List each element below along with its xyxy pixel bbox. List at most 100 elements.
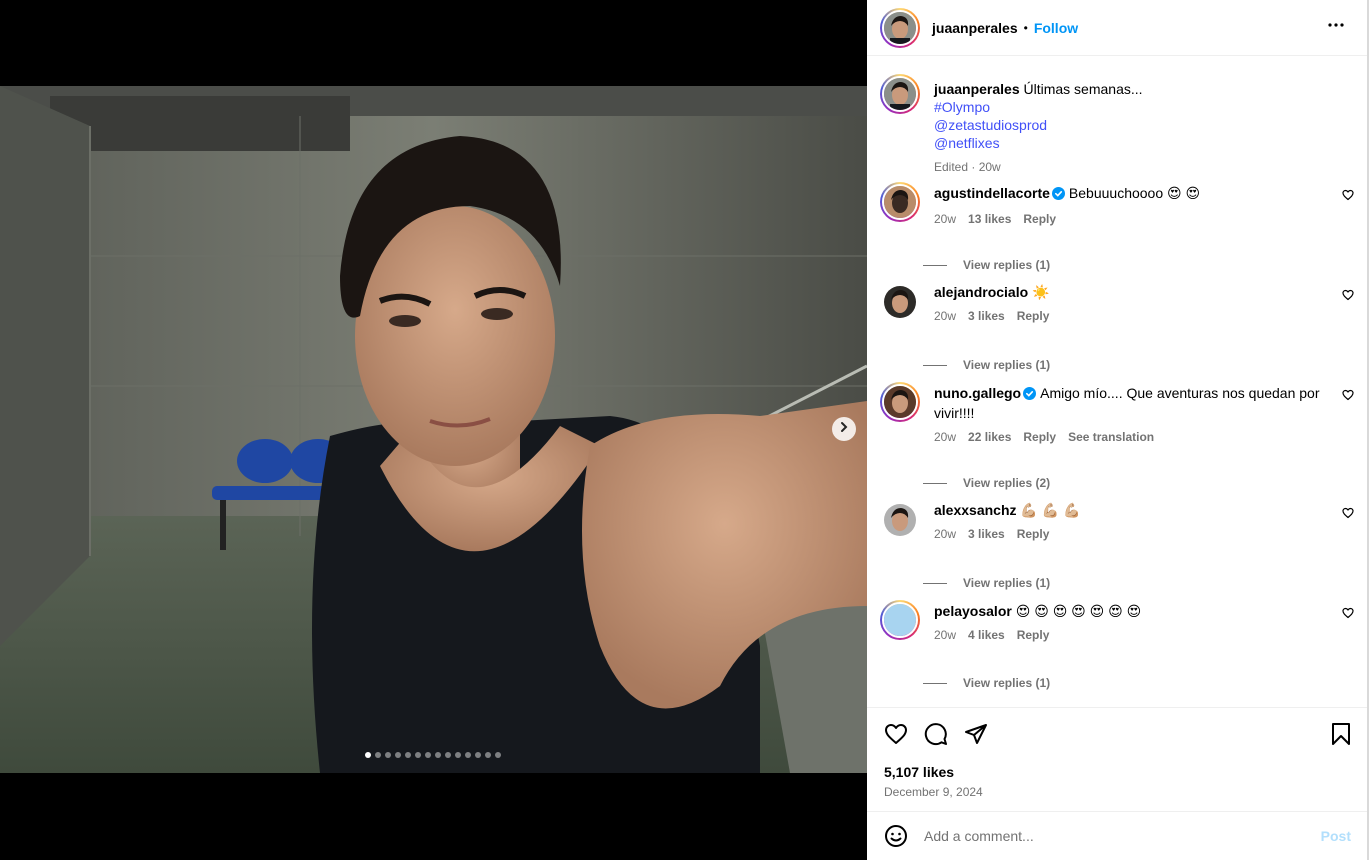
commenter-username[interactable]: nuno.gallego [934, 385, 1021, 401]
comment-item: alexxsanchz 💪🏼 💪🏼 💪🏼 20w 3 likes Reply [880, 500, 1354, 580]
caption-mention[interactable]: @netflixes [934, 134, 1324, 152]
post-actions: 5,107 likes December 9, 2024 [867, 707, 1367, 811]
commenter-avatar[interactable] [880, 600, 920, 640]
post-header: juaanperales • Follow [867, 0, 1367, 56]
view-replies-label[interactable]: View replies (1) [963, 576, 1050, 590]
follow-button[interactable]: Follow [1034, 20, 1078, 36]
comment-item: pelayosalor 😍 😍 😍 😍 😍 😍 😍 20w 4 likes Re… [880, 600, 1354, 680]
commenter-username[interactable]: alejandrocialo [934, 284, 1028, 300]
replies-divider [923, 482, 947, 484]
comment-likes[interactable]: 13 likes [968, 210, 1011, 228]
carousel-dot [485, 752, 491, 758]
commenter-username[interactable]: pelayosalor [934, 603, 1012, 619]
comment-time[interactable]: 20w [934, 307, 956, 325]
caption-hashtag[interactable]: #Olympo [934, 98, 1324, 116]
carousel-dot [375, 752, 381, 758]
carousel-dot [495, 752, 501, 758]
post-date[interactable]: December 9, 2024 [884, 785, 983, 799]
comment-time[interactable]: 20w [934, 525, 956, 543]
emoji-icon[interactable] [884, 824, 908, 853]
commenter-avatar[interactable] [884, 504, 916, 536]
comment-icon[interactable] [924, 722, 948, 751]
carousel-dot [425, 752, 431, 758]
author-avatar[interactable] [880, 7, 920, 48]
caption-mention[interactable]: @zetastudiosprod [934, 116, 1324, 134]
reply-button[interactable]: Reply [1017, 525, 1050, 543]
comment-text: ☀️ [1032, 284, 1050, 300]
bookmark-icon[interactable] [1329, 722, 1353, 751]
view-replies-button[interactable]: View replies (2) [923, 476, 1050, 490]
heart-icon[interactable] [1342, 288, 1354, 306]
commenter-username[interactable]: agustindellacorte [934, 185, 1050, 201]
caption-meta: Edited · 20w [934, 160, 1001, 174]
caption-text: Últimas semanas... [1023, 81, 1143, 97]
view-replies-label[interactable]: View replies (1) [963, 676, 1050, 690]
author-avatar[interactable] [880, 74, 920, 114]
carousel-indicator [365, 752, 501, 758]
like-count[interactable]: 5,107 likes [884, 764, 954, 780]
carousel-dot [435, 752, 441, 758]
verified-icon [1023, 386, 1037, 404]
post-photo[interactable] [0, 86, 867, 773]
comment-composer: Add a comment... Post [867, 811, 1367, 860]
comment-input[interactable]: Add a comment... [924, 828, 1034, 844]
carousel-dot [365, 752, 371, 758]
carousel-dot [455, 752, 461, 758]
carousel-next-button[interactable] [832, 417, 856, 441]
share-icon[interactable] [964, 722, 988, 751]
header-separator: • [1023, 20, 1028, 35]
heart-icon[interactable] [1342, 606, 1354, 624]
comment-likes[interactable]: 4 likes [968, 626, 1005, 644]
comment-likes[interactable]: 3 likes [968, 525, 1005, 543]
carousel-dot [405, 752, 411, 758]
view-replies-label[interactable]: View replies (1) [963, 258, 1050, 272]
carousel-dot [465, 752, 471, 758]
carousel-dot [385, 752, 391, 758]
post-viewer: juaanperales • Follow juaanperales Últim… [0, 0, 1369, 860]
comment-time[interactable]: 20w [934, 626, 956, 644]
carousel-dot [445, 752, 451, 758]
post-comment-button[interactable]: Post [1321, 828, 1351, 844]
heart-icon[interactable] [884, 722, 908, 751]
comment-item: nuno.gallego Amigo mío.... Que aventuras … [880, 382, 1354, 462]
replies-divider [923, 682, 947, 684]
comment-time[interactable]: 20w [934, 428, 956, 446]
view-replies-button[interactable]: View replies (1) [923, 358, 1050, 372]
heart-icon[interactable] [1342, 188, 1354, 206]
view-replies-button[interactable]: View replies (1) [923, 258, 1050, 272]
replies-divider [923, 364, 947, 366]
comment-item: alejandrocialo ☀️ 20w 3 likes Reply [880, 282, 1354, 362]
reply-button[interactable]: Reply [1023, 428, 1056, 446]
reply-button[interactable]: Reply [1017, 626, 1050, 644]
commenter-username[interactable]: alexxsanchz [934, 502, 1017, 518]
commenter-avatar[interactable] [884, 286, 916, 318]
more-options-icon[interactable] [1327, 16, 1345, 40]
view-replies-button[interactable]: View replies (1) [923, 676, 1050, 690]
reply-button[interactable]: Reply [1017, 307, 1050, 325]
commenter-avatar[interactable] [880, 382, 920, 422]
see-translation-button[interactable]: See translation [1068, 428, 1154, 446]
photo-illustration [0, 86, 867, 773]
view-replies-label[interactable]: View replies (2) [963, 476, 1050, 490]
caption-username[interactable]: juaanperales [934, 81, 1020, 97]
comment-likes[interactable]: 3 likes [968, 307, 1005, 325]
comment-text: Bebuuuchoooo 😍 😍 [1068, 185, 1201, 201]
heart-icon[interactable] [1342, 506, 1354, 524]
view-replies-button[interactable]: View replies (1) [923, 576, 1050, 590]
comment-likes[interactable]: 22 likes [968, 428, 1011, 446]
comment-time[interactable]: 20w [934, 210, 956, 228]
reply-button[interactable]: Reply [1023, 210, 1056, 228]
post-side-panel: juaanperales • Follow juaanperales Últim… [867, 0, 1367, 860]
heart-icon[interactable] [1342, 388, 1354, 406]
verified-icon [1051, 186, 1065, 204]
comments-list[interactable]: juaanperales Últimas semanas... #Olympo … [867, 56, 1367, 707]
media-area [0, 0, 867, 860]
comment-text: 😍 😍 😍 😍 😍 😍 😍 [1015, 603, 1142, 619]
comment-item: agustindellacorte Bebuuuchoooo 😍 😍 20w 13… [880, 182, 1354, 262]
carousel-dot [415, 752, 421, 758]
view-replies-label[interactable]: View replies (1) [963, 358, 1050, 372]
commenter-avatar[interactable] [880, 182, 920, 222]
author-username[interactable]: juaanperales [932, 20, 1018, 36]
replies-divider [923, 582, 947, 584]
caption: juaanperales Últimas semanas... #Olympo … [880, 74, 1354, 174]
